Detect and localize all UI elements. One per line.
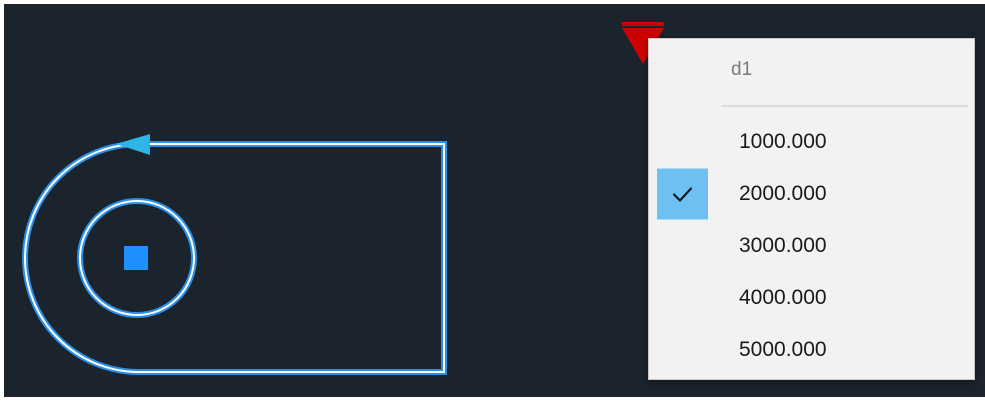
slot-outline-highlight [22,141,447,375]
dropdown-header: d1 [731,59,753,80]
dropdown-separator [721,105,968,107]
dropdown-option-2000[interactable]: 2000.000 [649,168,974,220]
dropdown-option-4000[interactable]: 4000.000 [649,272,974,324]
dropdown-option-label: 1000.000 [739,130,827,153]
dimension-value-dropdown: d1 1000.000 2000.000 3000.000 4000.000 5… [648,38,975,380]
dropdown-option-label: 5000.000 [739,338,827,361]
dropdown-option-label: 4000.000 [739,286,827,309]
dropdown-option-label: 3000.000 [739,234,827,257]
checkmark-icon [672,187,693,202]
direction-arrow-icon[interactable] [116,134,150,155]
dropdown-option-3000[interactable]: 3000.000 [649,220,974,272]
dropdown-option-1000[interactable]: 1000.000 [649,116,974,168]
dropdown-option-label: 2000.000 [739,182,827,205]
center-grip-square[interactable] [124,246,148,270]
dimension-grip-bar [622,22,664,26]
slot-outline[interactable] [24,143,445,373]
check-background [657,168,708,220]
dropdown-option-5000[interactable]: 5000.000 [649,324,974,376]
